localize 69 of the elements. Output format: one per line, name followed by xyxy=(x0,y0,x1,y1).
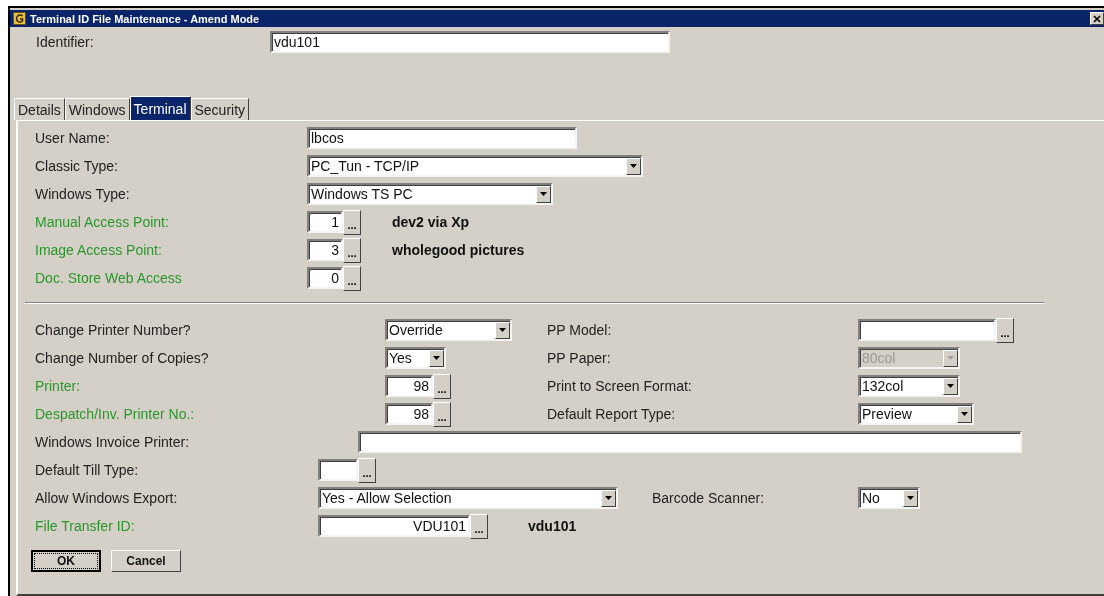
field-label: PP Model: xyxy=(547,322,613,338)
number-field[interactable]: 0 xyxy=(307,267,343,289)
browse-button[interactable]: ... xyxy=(343,265,361,291)
dropdown[interactable]: PC_Tun - TCP/IP xyxy=(307,155,643,177)
app-logo-icon xyxy=(13,12,26,25)
lookup-description: wholegood pictures xyxy=(392,242,525,258)
field-label: Classic Type: xyxy=(35,158,119,174)
field-label: Manual Access Point: xyxy=(35,214,170,230)
number-field[interactable]: 3 xyxy=(307,239,343,261)
number-field[interactable]: 1 xyxy=(307,211,343,233)
caret-icon xyxy=(605,496,612,500)
field-label: Default Till Type: xyxy=(35,462,140,478)
tab[interactable]: Windows xyxy=(64,98,130,120)
text-field[interactable] xyxy=(358,431,1022,453)
field-label: Default Report Type: xyxy=(547,406,677,422)
dropdown[interactable]: No xyxy=(858,487,920,509)
field-label: Windows Invoice Printer: xyxy=(35,434,191,450)
field-label: User Name: xyxy=(35,130,111,146)
number-field[interactable] xyxy=(318,459,358,481)
tab[interactable]: Details xyxy=(14,98,65,120)
field-label: Allow Windows Export: xyxy=(35,490,179,506)
tab[interactable]: Terminal xyxy=(129,96,191,120)
number-field[interactable] xyxy=(858,319,996,341)
caret-icon xyxy=(947,384,954,388)
field-label: Doc. Store Web Access xyxy=(35,270,183,286)
browse-button[interactable]: ... xyxy=(996,317,1014,343)
field-label: File Transfer ID: xyxy=(35,518,136,534)
field-label: Change Printer Number? xyxy=(35,322,192,338)
browse-button[interactable]: ... xyxy=(358,457,376,483)
tab[interactable]: Security xyxy=(190,98,250,120)
text-field[interactable]: lbcos xyxy=(307,127,577,149)
window-title: Terminal ID File Maintenance - Amend Mode xyxy=(30,12,261,25)
caret-icon xyxy=(961,412,968,416)
field-label: PP Paper: xyxy=(547,350,612,366)
dropdown[interactable]: Windows TS PC xyxy=(307,183,553,205)
caret-icon xyxy=(907,496,914,500)
field-label: Printer: xyxy=(35,378,82,394)
field-label: Image Access Point: xyxy=(35,242,163,258)
lookup-description: dev2 via Xp xyxy=(392,214,470,230)
browse-button[interactable]: ... xyxy=(433,401,451,427)
dropdown[interactable]: 132col xyxy=(858,375,960,397)
close-icon xyxy=(1093,14,1101,23)
field-label: Change Number of Copies? xyxy=(35,350,210,366)
caret-icon xyxy=(433,356,440,360)
cancel-button[interactable]: Cancel xyxy=(111,550,181,572)
number-field[interactable]: VDU101 xyxy=(318,515,470,537)
field-label: Barcode Scanner: xyxy=(652,490,766,506)
caret-icon xyxy=(540,192,547,196)
field-label: Windows Type: xyxy=(35,186,131,202)
caret-icon xyxy=(499,328,506,332)
field-label: Print to Screen Format: xyxy=(547,378,693,394)
field-label: Despatch/Inv. Printer No.: xyxy=(35,406,196,422)
number-field[interactable]: 98 xyxy=(385,403,433,425)
dropdown[interactable]: Override xyxy=(385,319,512,341)
browse-button[interactable]: ... xyxy=(470,513,488,539)
caret-icon xyxy=(630,164,637,168)
field-label: Identifier: xyxy=(36,34,95,50)
browse-button[interactable]: ... xyxy=(343,209,361,235)
lookup-description: vdu101 xyxy=(528,518,577,534)
dropdown[interactable]: Preview xyxy=(858,403,974,425)
identifier-field[interactable]: vdu101 xyxy=(270,31,670,53)
ok-button[interactable]: OK xyxy=(31,550,101,572)
dropdown[interactable]: Yes - Allow Selection xyxy=(318,487,618,509)
browse-button[interactable]: ... xyxy=(433,373,451,399)
number-field[interactable]: 98 xyxy=(385,375,433,397)
dropdown[interactable]: Yes xyxy=(385,347,446,369)
caret-icon xyxy=(947,356,954,360)
close-button[interactable] xyxy=(1090,12,1104,25)
browse-button[interactable]: ... xyxy=(343,237,361,263)
